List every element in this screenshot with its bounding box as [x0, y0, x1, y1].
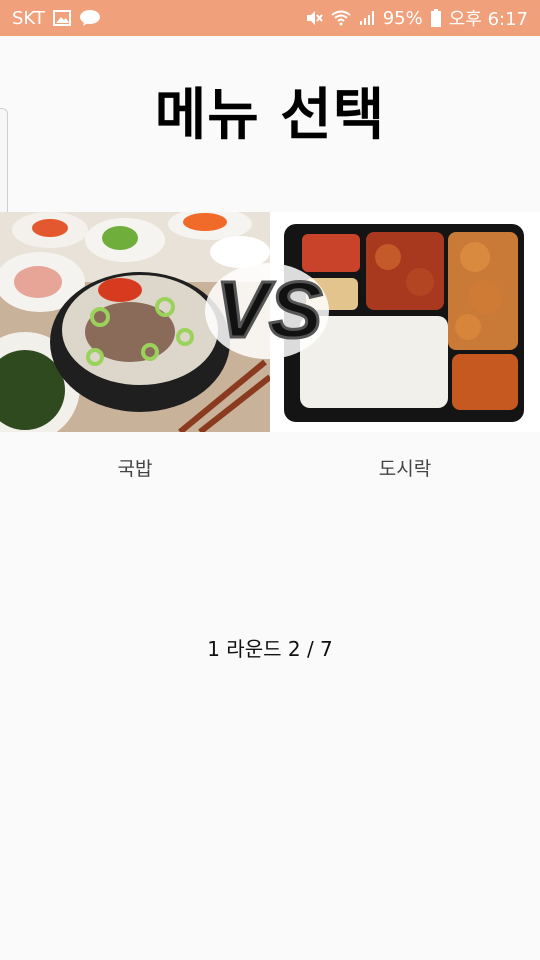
- vs-icon: VS: [195, 245, 345, 375]
- signal-icon: [359, 10, 375, 26]
- round-indicator: 1 라운드 2 / 7: [207, 637, 333, 661]
- wifi-icon: [331, 10, 351, 26]
- gallery-icon: [52, 10, 71, 26]
- status-bar: SKT 95% 오후 6:17: [0, 0, 540, 36]
- status-bar-right: 95% 오후 6:17: [305, 5, 528, 31]
- mute-icon: [305, 9, 323, 27]
- talk-icon: [79, 9, 101, 27]
- choice-label-dosirak[interactable]: 도시락: [270, 454, 540, 481]
- battery-percent: 95%: [382, 7, 423, 29]
- vs-label: VS: [216, 265, 323, 354]
- choice-label-gukbap[interactable]: 국밥: [0, 454, 270, 481]
- page-title: 메뉴 선택: [154, 83, 386, 148]
- status-bar-left: SKT: [12, 8, 101, 29]
- clock: 오후 6:17: [448, 9, 528, 30]
- carrier-label: SKT: [12, 7, 45, 29]
- battery-icon: [430, 9, 441, 27]
